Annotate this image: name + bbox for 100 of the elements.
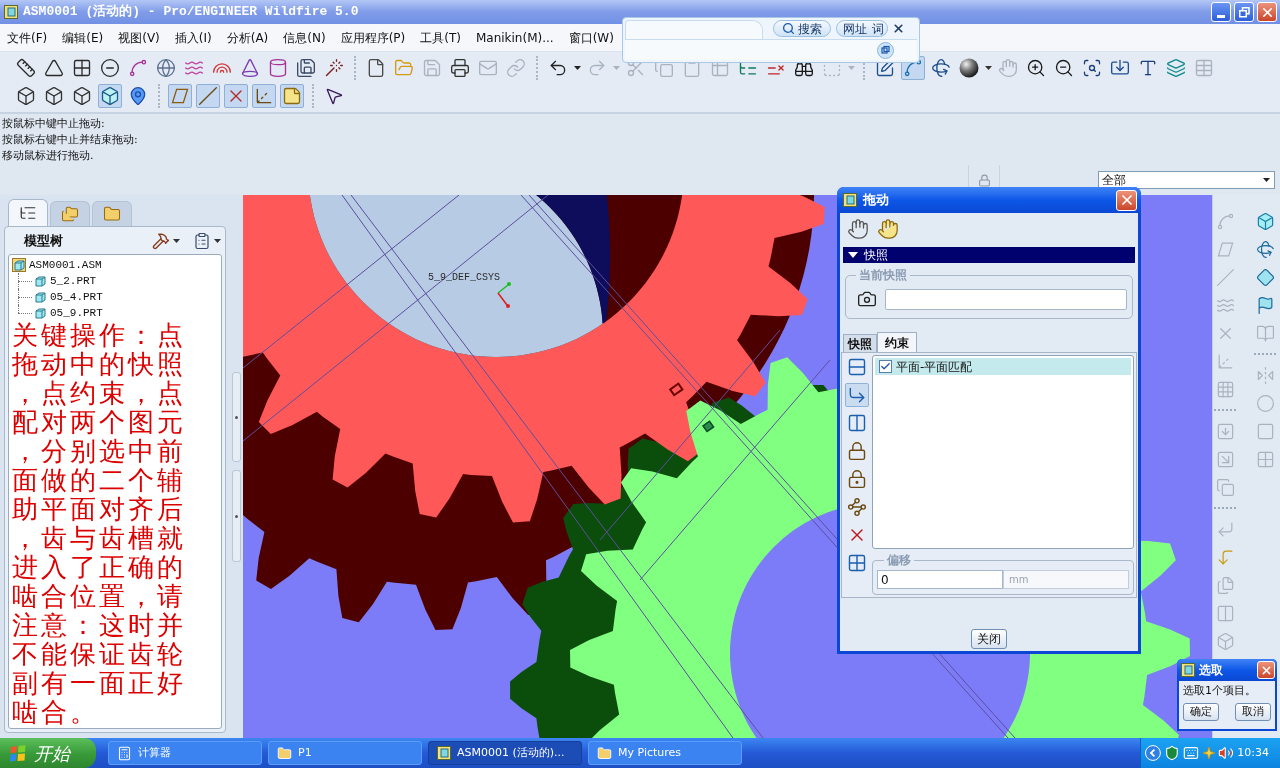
cube-icon: [33, 306, 47, 320]
caret-icon[interactable]: [985, 66, 992, 70]
close-dialog-button[interactable]: 关闭: [971, 629, 1007, 649]
slash-icon[interactable]: [196, 84, 220, 108]
hand-icon[interactable]: [877, 218, 899, 240]
close-button[interactable]: [1116, 189, 1137, 211]
menu-item[interactable]: 插入(I): [174, 28, 212, 47]
splitter-handle[interactable]: [231, 470, 241, 562]
dialog-tab[interactable]: 快照: [843, 334, 877, 352]
menu-item[interactable]: 视图(V): [118, 28, 160, 47]
folder-icon: [103, 205, 121, 223]
calculator-icon: [117, 745, 132, 761]
ruler-icon[interactable]: [14, 56, 38, 80]
status-message: 移动鼠标进行拖动.: [2, 148, 94, 164]
speaker-icon[interactable]: [1218, 745, 1235, 761]
camera-icon[interactable]: [857, 289, 877, 309]
app-icon: [4, 5, 18, 19]
globe-icon[interactable]: [154, 56, 178, 80]
sparkle-icon[interactable]: [1201, 746, 1216, 760]
window-title: ASM0001 (活动的) - Pro/ENGINEER Wildfire 5.0: [23, 3, 359, 22]
tree-item[interactable]: ASM0001.ASM: [29, 256, 102, 274]
tree-item[interactable]: 05_9.PRT: [50, 304, 103, 322]
close-icon[interactable]: [892, 22, 905, 35]
caret-icon[interactable]: [214, 238, 221, 243]
offset-field[interactable]: 0: [877, 570, 1003, 589]
menu-item[interactable]: 窗口(W): [568, 28, 614, 47]
dialog-title: 选取: [1199, 662, 1223, 679]
caret-icon[interactable]: [173, 238, 180, 243]
menu-item[interactable]: 工具(T): [420, 28, 461, 47]
dialog-tab[interactable]: 约束: [877, 332, 917, 352]
group-label: 偏移: [884, 553, 914, 567]
folder-icon: [277, 745, 292, 761]
link-button[interactable]: 网址: [843, 19, 867, 38]
menu-item[interactable]: 文件(F): [7, 28, 48, 47]
rotate-icon[interactable]: [1254, 238, 1276, 260]
axes-icon[interactable]: [252, 84, 276, 108]
app-icon: [1181, 663, 1195, 677]
close-button[interactable]: [1257, 661, 1275, 679]
taskbar-button[interactable]: My Pictures: [588, 741, 742, 765]
marker-icon: [701, 420, 715, 433]
save-all-icon[interactable]: [294, 56, 318, 80]
taskbar-button[interactable]: ASM0001 (活动的)...: [428, 741, 582, 765]
diamond-icon[interactable]: [1254, 266, 1276, 288]
cube-icon[interactable]: [98, 84, 122, 108]
cube-icon: [33, 290, 47, 304]
x-icon[interactable]: [224, 84, 248, 108]
list-icon[interactable]: [193, 231, 211, 250]
chevron-icon[interactable]: [1145, 745, 1161, 761]
menu-item[interactable]: 编辑(E): [62, 28, 104, 47]
navigator-tab[interactable]: [92, 201, 132, 226]
rotate-icon[interactable]: [929, 56, 953, 80]
navigator-tab[interactable]: [8, 199, 48, 226]
dialog-button[interactable]: 确定: [1183, 703, 1219, 721]
keyboard-icon[interactable]: [1182, 745, 1199, 761]
snapshot-name-field[interactable]: [885, 288, 1127, 310]
taskbar-button[interactable]: P1: [268, 741, 422, 765]
marker-icon: [668, 382, 684, 397]
hammer-icon[interactable]: [152, 231, 170, 250]
link-button[interactable]: 词: [872, 19, 884, 38]
app-icon: [437, 746, 451, 760]
dialog-title: 拖动: [863, 191, 889, 210]
parallelogram-icon[interactable]: [168, 84, 192, 108]
section-header[interactable]: 快照: [843, 247, 1135, 263]
caret-icon[interactable]: [1263, 178, 1270, 182]
printer-icon[interactable]: [448, 56, 472, 80]
caret-icon[interactable]: [574, 66, 581, 70]
filter-dropdown[interactable]: 全部: [1098, 171, 1275, 189]
restore-icon[interactable]: [877, 41, 894, 59]
menu-item[interactable]: 信息(N): [283, 28, 326, 47]
search-field[interactable]: [625, 20, 763, 39]
flag-icon: [9, 744, 27, 762]
sphere-icon[interactable]: [957, 56, 981, 80]
close-button[interactable]: [1257, 2, 1277, 22]
menu-item[interactable]: 应用程序(P): [340, 28, 406, 47]
csys-label: 5_9_DEF_CSYS: [428, 272, 500, 283]
restore-icon: [1238, 6, 1250, 18]
tree-item[interactable]: 05_4.PRT: [50, 288, 103, 306]
start-button[interactable]: 开始: [0, 738, 96, 768]
search-button[interactable]: 搜索: [773, 20, 831, 37]
menu-item[interactable]: Manikin(M)...: [475, 28, 554, 47]
checkbox[interactable]: [879, 360, 892, 373]
dialog-button[interactable]: 取消: [1235, 703, 1271, 721]
minimize-button[interactable]: [1211, 2, 1231, 22]
restore-button[interactable]: [1234, 2, 1254, 22]
folders-icon: [61, 205, 79, 223]
hand-icon[interactable]: [847, 218, 869, 240]
waypoints-icon[interactable]: [845, 495, 869, 519]
tree-item[interactable]: 5_2.PRT: [50, 272, 97, 290]
navigator-tab[interactable]: [50, 201, 90, 226]
note-icon[interactable]: [280, 84, 304, 108]
csys-axes-icon: [497, 282, 511, 308]
clock: 10:34: [1237, 744, 1269, 761]
list-tree-icon: [19, 204, 37, 222]
taskbar-button[interactable]: 计算器: [108, 741, 262, 765]
shield-icon[interactable]: [1163, 745, 1180, 761]
constraint-row[interactable]: 平面-平面匹配: [875, 358, 1131, 375]
circle-minus-icon[interactable]: [98, 56, 122, 80]
splitter-handle[interactable]: [231, 372, 241, 462]
menu-item[interactable]: 分析(A): [226, 28, 269, 47]
selection-message: 选取1个项目。: [1183, 684, 1257, 698]
